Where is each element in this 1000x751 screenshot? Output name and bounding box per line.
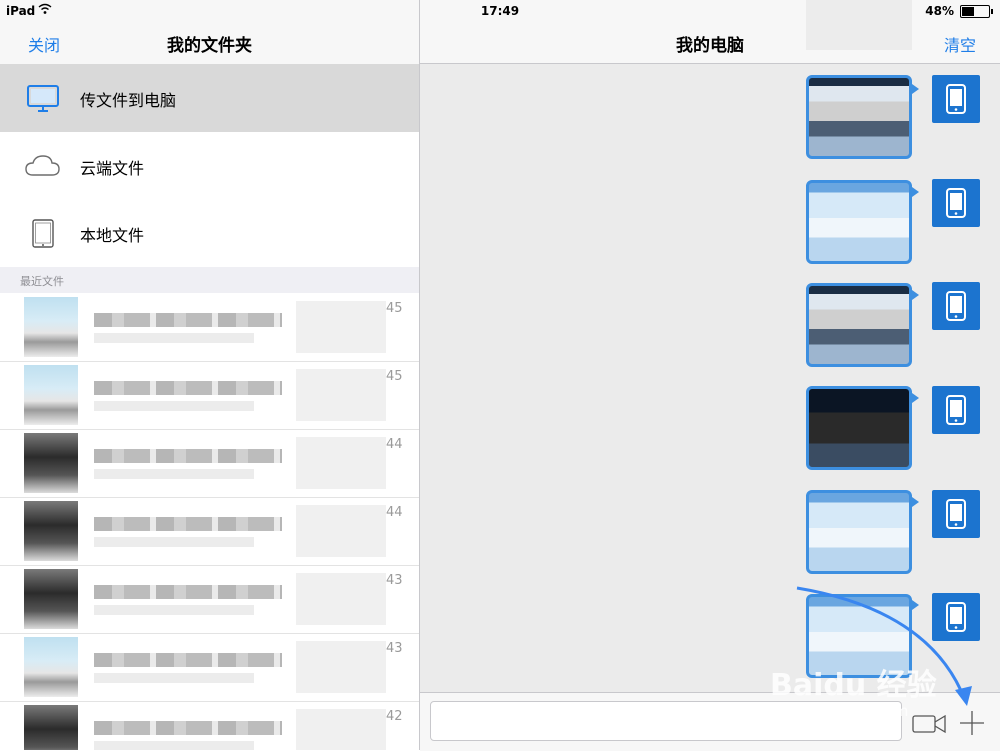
menu-item-label: 传文件到电脑 <box>80 91 177 110</box>
list-item[interactable]: 44 <box>0 497 419 566</box>
phone-icon <box>946 291 966 321</box>
phone-icon <box>946 602 966 632</box>
file-name-redacted <box>94 653 282 667</box>
redacted-area <box>296 505 386 557</box>
file-time: 42 <box>386 709 403 724</box>
sent-image-message[interactable] <box>806 386 912 470</box>
phone-icon <box>946 395 966 425</box>
redacted-area <box>296 709 386 750</box>
battery-percent: 48% <box>925 4 954 18</box>
sent-image-message[interactable] <box>806 490 912 574</box>
file-name-redacted <box>94 313 282 327</box>
phone-icon <box>946 84 966 114</box>
file-thumbnail <box>24 637 78 697</box>
file-name-redacted <box>94 585 282 599</box>
file-name-redacted <box>94 381 282 395</box>
list-item[interactable]: 44 <box>0 429 419 498</box>
list-item[interactable]: 45 <box>0 293 419 362</box>
file-meta-redacted <box>94 469 254 479</box>
file-thumbnail <box>24 365 78 425</box>
battery-fill <box>962 7 974 16</box>
file-name-redacted <box>94 449 282 463</box>
file-time: 43 <box>386 641 403 656</box>
file-thumbnail <box>24 501 78 561</box>
file-meta-redacted <box>94 537 254 547</box>
sent-image-message[interactable] <box>806 283 912 367</box>
watermark-url: jingyan.baidu.com <box>770 702 909 720</box>
cloud-icon <box>24 149 62 183</box>
clear-button[interactable]: 清空 <box>944 32 976 56</box>
phone-avatar[interactable] <box>932 593 980 641</box>
left-panel: 关闭 我的文件夹 传文件到电脑 云端文件 本地文件 最近文件 45 45 44 … <box>0 0 419 750</box>
baidu-watermark: Baidu 经验 jingyan.baidu.com <box>770 660 937 720</box>
file-meta-redacted <box>94 333 254 343</box>
phone-icon <box>946 188 966 218</box>
menu-item-local-files[interactable]: 本地文件 <box>0 199 419 267</box>
recent-files-header: 最近文件 <box>0 267 419 293</box>
phone-avatar[interactable] <box>932 490 980 538</box>
menu-item-label: 本地文件 <box>80 226 145 245</box>
file-thumbnail <box>24 297 78 357</box>
monitor-icon <box>24 81 62 115</box>
redacted-area <box>296 573 386 625</box>
file-thumbnail <box>24 705 78 750</box>
sent-image-message[interactable] <box>806 180 912 264</box>
file-name-redacted <box>94 517 282 531</box>
bubble-tail <box>912 600 919 610</box>
list-item[interactable]: 43 <box>0 565 419 634</box>
recent-files-list[interactable]: 45 45 44 44 43 43 42 <box>0 293 419 750</box>
phone-avatar[interactable] <box>932 282 980 330</box>
bubble-tail <box>912 187 919 197</box>
file-name-redacted <box>94 721 282 735</box>
bubble-tail <box>912 393 919 403</box>
redacted-area <box>296 301 386 353</box>
tablet-icon <box>24 216 62 250</box>
redacted-area <box>296 437 386 489</box>
list-item[interactable]: 45 <box>0 361 419 430</box>
status-time: 17:49 <box>480 4 520 18</box>
bubble-tail <box>912 497 919 507</box>
file-meta-redacted <box>94 605 254 615</box>
phone-avatar[interactable] <box>932 75 980 123</box>
file-time: 43 <box>386 573 403 588</box>
file-thumbnail <box>24 569 78 629</box>
battery-tip <box>991 9 993 14</box>
phone-avatar[interactable] <box>932 386 980 434</box>
menu-item-transfer-to-pc[interactable]: 传文件到电脑 <box>0 64 419 132</box>
sent-image-message[interactable] <box>806 75 912 159</box>
battery-icon <box>960 5 993 18</box>
menu-item-label: 云端文件 <box>80 159 145 178</box>
file-meta-redacted <box>94 401 254 411</box>
bubble-tail <box>912 84 919 94</box>
right-panel: 我的电脑 清空 <box>420 0 1000 751</box>
file-thumbnail <box>24 433 78 493</box>
file-meta-redacted <box>94 673 254 683</box>
status-bar: iPad 17:49 48% <box>0 0 1000 22</box>
menu-item-cloud-files[interactable]: 云端文件 <box>0 132 419 200</box>
plus-icon[interactable] <box>958 709 986 741</box>
redacted-area <box>296 369 386 421</box>
left-title: 我的文件夹 <box>167 36 252 56</box>
phone-avatar[interactable] <box>932 179 980 227</box>
watermark-logo: Baidu 经验 <box>770 668 937 703</box>
right-title: 我的电脑 <box>676 36 744 56</box>
file-time: 44 <box>386 505 403 520</box>
file-meta-redacted <box>94 741 254 750</box>
redacted-area <box>296 641 386 693</box>
bubble-tail <box>912 290 919 300</box>
list-item[interactable]: 42 <box>0 701 419 750</box>
file-time: 45 <box>386 369 403 384</box>
file-time: 45 <box>386 301 403 316</box>
phone-icon <box>946 499 966 529</box>
file-time: 44 <box>386 437 403 452</box>
recent-files-header-label: 最近文件 <box>20 275 64 288</box>
list-item[interactable]: 43 <box>0 633 419 702</box>
